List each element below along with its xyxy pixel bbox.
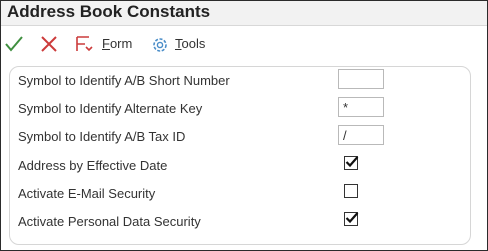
personal-data-security-checkbox[interactable] <box>344 212 359 226</box>
field-row-short-number: Symbol to Identify A/B Short Number <box>10 69 470 95</box>
field-row-personal-data-security: Activate Personal Data Security <box>10 210 470 236</box>
tools-menu-label: Tools <box>175 36 206 51</box>
page-title: Address Book Constants <box>7 2 211 21</box>
email-security-checkbox[interactable] <box>344 184 358 198</box>
ok-button[interactable] <box>4 34 24 54</box>
field-label: Activate Personal Data Security <box>18 214 201 229</box>
effective-date-checkbox[interactable] <box>344 156 359 170</box>
field-row-effective-date: Address by Effective Date <box>10 154 470 180</box>
checkmark-icon <box>5 36 23 52</box>
field-label: Activate E-Mail Security <box>18 186 156 201</box>
field-label: Symbol to Identify A/B Short Number <box>18 73 230 88</box>
field-row-tax-id: Symbol to Identify A/B Tax ID <box>10 125 470 151</box>
close-icon <box>41 36 57 52</box>
dialog-window: Address Book Constants Form Tools Symbol… <box>0 0 488 251</box>
field-row-email-security: Activate E-Mail Security <box>10 182 470 208</box>
field-label: Symbol to Identify A/B Tax ID <box>18 129 186 144</box>
field-label: Address by Effective Date <box>18 158 168 173</box>
cancel-button[interactable] <box>39 34 59 54</box>
gear-icon <box>153 38 167 52</box>
checkmark-icon <box>345 212 359 224</box>
form-menu-label: Form <box>102 36 133 51</box>
toolbar: Form Tools <box>1 26 487 62</box>
field-row-alternate-key: Symbol to Identify Alternate Key <box>10 97 470 123</box>
short-number-symbol-input[interactable] <box>338 69 384 89</box>
title-bar: Address Book Constants <box>1 1 487 26</box>
field-label: Symbol to Identify Alternate Key <box>18 101 203 116</box>
form-icon <box>76 36 93 52</box>
checkmark-icon <box>345 156 359 168</box>
constants-panel: Symbol to Identify A/B Short Number Symb… <box>9 66 471 245</box>
alternate-key-symbol-input[interactable] <box>338 97 384 117</box>
tax-id-symbol-input[interactable] <box>338 125 384 145</box>
